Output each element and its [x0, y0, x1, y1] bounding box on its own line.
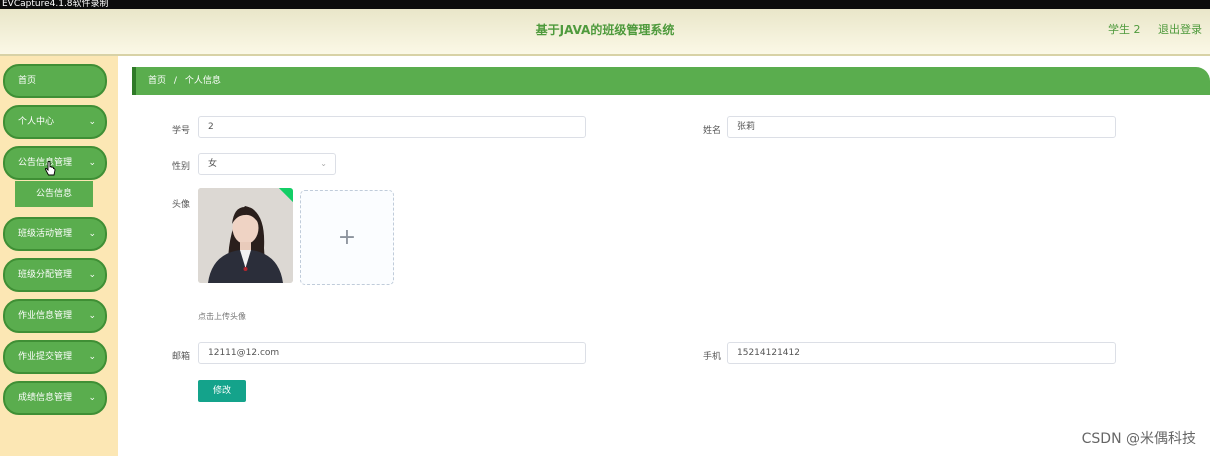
- modify-button[interactable]: 修改: [198, 380, 246, 402]
- plus-icon: +: [337, 225, 357, 250]
- chevron-down-icon: ⌄: [320, 159, 327, 168]
- gender-label: 性别: [172, 162, 191, 172]
- portrait-photo: [198, 188, 293, 283]
- sidebar-item-class-allocation[interactable]: 班级分配管理 ⌄: [3, 258, 107, 292]
- chevron-down-icon: ⌄: [88, 311, 96, 321]
- breadcrumb-accent: [132, 67, 136, 95]
- sidebar-item-label: 班级分配管理: [18, 270, 73, 280]
- hand-cursor-icon: [45, 161, 56, 176]
- current-user: 学生 2: [1108, 23, 1141, 36]
- sidebar-item-label: 班级活动管理: [18, 229, 73, 239]
- chevron-down-icon: ⌄: [88, 229, 96, 239]
- email-label: 邮箱: [172, 352, 191, 362]
- breadcrumb-current: 个人信息: [184, 76, 221, 86]
- breadcrumb-separator: /: [173, 76, 177, 86]
- chevron-down-icon: ⌄: [88, 352, 96, 362]
- chevron-down-icon: ⌄: [88, 158, 96, 168]
- csdn-watermark: CSDN @米偶科技: [1081, 431, 1196, 447]
- sidebar-item-label: 作业信息管理: [18, 311, 73, 321]
- breadcrumb-trail: 首页 / 个人信息: [148, 67, 221, 95]
- chevron-down-icon: ⌄: [88, 393, 96, 403]
- sidebar-item-grade-info[interactable]: 成绩信息管理 ⌄: [3, 381, 107, 415]
- student-id-input[interactable]: 2: [198, 116, 586, 138]
- phone-input[interactable]: 15214121412: [727, 342, 1116, 364]
- top-header: 基于JAVA的班级管理系统 学生 2 退出登录: [0, 9, 1210, 56]
- avatar-label: 头像: [172, 200, 191, 210]
- breadcrumb: 首页 / 个人信息: [132, 67, 1210, 95]
- avatar-upload-button[interactable]: +: [300, 190, 394, 285]
- sidebar-item-label: 成绩信息管理: [18, 393, 73, 403]
- email-input[interactable]: 12111@12.com: [198, 342, 586, 364]
- sidebar-item-home[interactable]: 首页: [3, 64, 107, 98]
- chevron-down-icon: ⌄: [88, 117, 96, 127]
- sidebar-item-label: 首页: [18, 76, 37, 86]
- sidebar-item-label: 个人中心: [18, 117, 55, 127]
- phone-label: 手机: [703, 352, 722, 362]
- sidebar-item-class-activity[interactable]: 班级活动管理 ⌄: [3, 217, 107, 251]
- submenu-item-notice-info[interactable]: 公告信息: [15, 181, 93, 207]
- breadcrumb-home-link[interactable]: 首页: [148, 76, 166, 86]
- name-label: 姓名: [703, 126, 722, 136]
- gender-selected-value: 女: [208, 159, 218, 169]
- header-user-area: 学生 2 退出登录: [1094, 21, 1202, 37]
- logout-link[interactable]: 退出登录: [1158, 23, 1202, 36]
- avatar-image[interactable]: [198, 188, 293, 283]
- sidebar: 首页 个人中心 ⌄ 公告信息管理 ⌄ 公告信息 班级活动管理 ⌄ 班级分配管理 …: [0, 56, 118, 456]
- sidebar-item-personal-center[interactable]: 个人中心 ⌄: [3, 105, 107, 139]
- upload-avatar-tip: 点击上传头像: [198, 312, 246, 321]
- site-title: 基于JAVA的班级管理系统: [535, 23, 675, 37]
- student-id-label: 学号: [172, 126, 191, 136]
- sidebar-item-homework-info[interactable]: 作业信息管理 ⌄: [3, 299, 107, 333]
- recording-title: EVCapture4.1.8软件录制: [2, 0, 109, 9]
- sidebar-item-homework-submission[interactable]: 作业提交管理 ⌄: [3, 340, 107, 374]
- recording-title-bar: EVCapture4.1.8软件录制: [0, 0, 1210, 9]
- chevron-down-icon: ⌄: [88, 270, 96, 280]
- gender-select[interactable]: 女 ⌄: [198, 153, 336, 175]
- name-input[interactable]: 张莉: [727, 116, 1116, 138]
- sidebar-item-label: 作业提交管理: [18, 352, 73, 362]
